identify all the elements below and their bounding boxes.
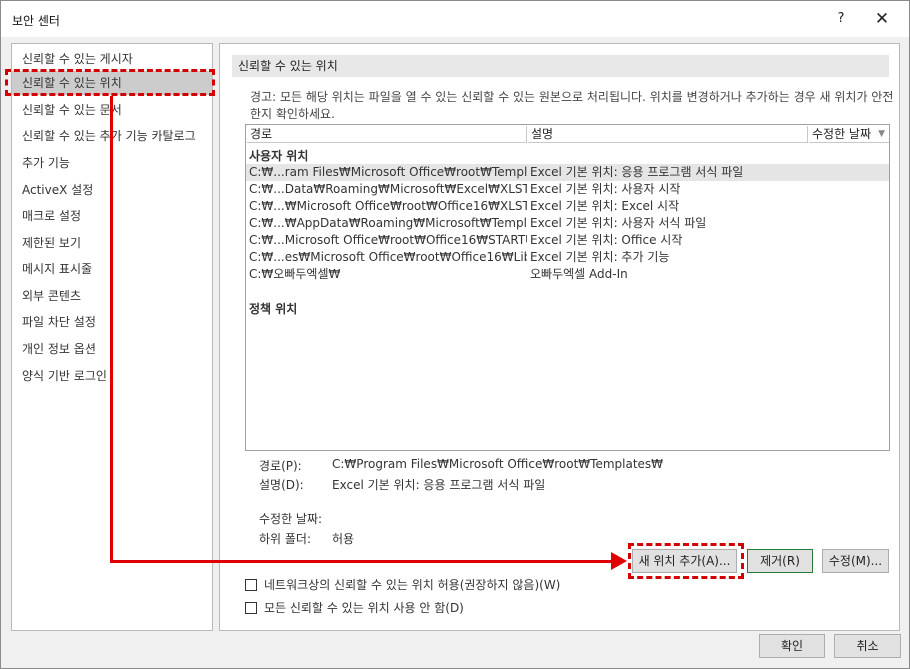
table-row[interactable]: C:₩...es₩Microsoft Office₩root₩Office16₩… — [246, 249, 889, 266]
modify-button[interactable]: 수정(M)... — [822, 549, 889, 573]
highlight-add-location — [628, 543, 744, 579]
column-header-modified-label: 수정한 날짜 — [812, 127, 872, 141]
table-row[interactable]: C:₩...₩Microsoft Office₩root₩Office16₩XL… — [246, 198, 889, 215]
checkbox-label: 네트워크상의 신뢰할 수 있는 위치 허용(권장하지 않음)(W) — [264, 578, 561, 592]
sidebar-item-trusted-publishers[interactable]: 신뢰할 수 있는 게시자 — [12, 47, 212, 71]
highlight-trusted-locations — [5, 69, 215, 96]
sort-down-icon: ▼ — [878, 129, 885, 139]
table-row[interactable]: C:₩...Data₩Roaming₩Microsoft₩Excel₩XLSTA… — [246, 181, 889, 198]
table-row[interactable]: C:₩...ram Files₩Microsoft Office₩root₩Te… — [246, 164, 889, 181]
description-label: 설명(D): — [259, 478, 304, 492]
row-description: Excel 기본 위치: Office 시작 — [530, 233, 683, 247]
subfolders-value: 허용 — [332, 532, 355, 546]
row-description: Excel 기본 위치: 응용 프로그램 서식 파일 — [530, 165, 744, 179]
annotation-arrow-vertical — [110, 96, 113, 563]
row-path: C:₩오빠두엑셀₩ — [249, 267, 341, 281]
arrow-right-icon — [611, 552, 627, 570]
row-description: Excel 기본 위치: Excel 시작 — [530, 199, 680, 213]
annotation-arrow-horizontal — [110, 560, 613, 563]
trust-center-dialog: 보안 센터 ? ✕ 신뢰할 수 있는 게시자 신뢰할 수 있는 위치 신뢰할 수… — [0, 0, 910, 669]
row-path: C:₩...es₩Microsoft Office₩root₩Office16₩… — [249, 250, 527, 264]
path-label: 경로(P): — [259, 459, 302, 473]
checkbox-label: 모든 신뢰할 수 있는 위치 사용 안 함(D) — [264, 601, 464, 615]
column-header-modified[interactable]: 수정한 날짜 ▼ — [809, 126, 889, 143]
dialog-title: 보안 센터 — [12, 14, 60, 28]
disable-all-locations-checkbox[interactable]: 모든 신뢰할 수 있는 위치 사용 안 함(D) — [245, 599, 464, 616]
row-description: Excel 기본 위치: 사용자 시작 — [530, 182, 681, 196]
close-icon[interactable]: ✕ — [867, 6, 897, 32]
section-title: 신뢰할 수 있는 위치 — [232, 55, 889, 77]
row-path: C:₩...₩AppData₩Roaming₩Microsoft₩Templat… — [249, 216, 527, 230]
ok-button[interactable]: 확인 — [759, 634, 825, 658]
title-bar: 보안 센터 ? ✕ — [1, 1, 909, 37]
allow-network-locations-checkbox[interactable]: 네트워크상의 신뢰할 수 있는 위치 허용(권장하지 않음)(W) — [245, 576, 560, 593]
cancel-button[interactable]: 취소 — [834, 634, 901, 658]
table-row[interactable]: C:₩오빠두엑셀₩ 오빠두엑셀 Add-In — [246, 266, 889, 283]
row-path: C:₩...₩Microsoft Office₩root₩Office16₩XL… — [249, 199, 527, 213]
row-path: C:₩...Data₩Roaming₩Microsoft₩Excel₩XLSTA… — [249, 182, 527, 196]
checkbox-icon[interactable] — [245, 579, 257, 591]
row-path: C:₩...Microsoft Office₩root₩Office16₩STA… — [249, 233, 527, 247]
help-icon[interactable]: ? — [827, 6, 855, 32]
row-description: 오빠두엑셀 Add-In — [530, 267, 628, 281]
user-locations-group: 사용자 위치 — [249, 149, 309, 163]
trusted-locations-list[interactable]: 경로 설명 수정한 날짜 ▼ 사용자 위치 C:₩...ram Files₩Mi… — [245, 124, 890, 451]
table-row[interactable]: C:₩...₩AppData₩Roaming₩Microsoft₩Templat… — [246, 215, 889, 232]
row-description: Excel 기본 위치: 사용자 서식 파일 — [530, 216, 707, 230]
modified-date-label: 수정한 날짜: — [259, 512, 323, 526]
column-header-description[interactable]: 설명 — [528, 126, 808, 143]
path-value: C:₩Program Files₩Microsoft Office₩root₩T… — [332, 457, 664, 471]
checkbox-icon[interactable] — [245, 602, 257, 614]
main-panel: 신뢰할 수 있는 위치 경고: 모든 해당 위치는 파일을 열 수 있는 신뢰할… — [219, 43, 900, 631]
row-description: Excel 기본 위치: 추가 기능 — [530, 250, 670, 264]
warning-text: 경고: 모든 해당 위치는 파일을 열 수 있는 신뢰할 수 있는 원본으로 처… — [250, 90, 894, 121]
remove-button[interactable]: 제거(R) — [747, 549, 813, 573]
description-value: Excel 기본 위치: 응용 프로그램 서식 파일 — [332, 478, 546, 492]
table-row[interactable]: C:₩...Microsoft Office₩root₩Office16₩STA… — [246, 232, 889, 249]
row-path: C:₩...ram Files₩Microsoft Office₩root₩Te… — [249, 165, 527, 179]
column-header-path[interactable]: 경로 — [247, 126, 527, 143]
subfolders-label: 하위 폴더: — [259, 532, 312, 546]
policy-locations-group: 정책 위치 — [249, 302, 298, 316]
